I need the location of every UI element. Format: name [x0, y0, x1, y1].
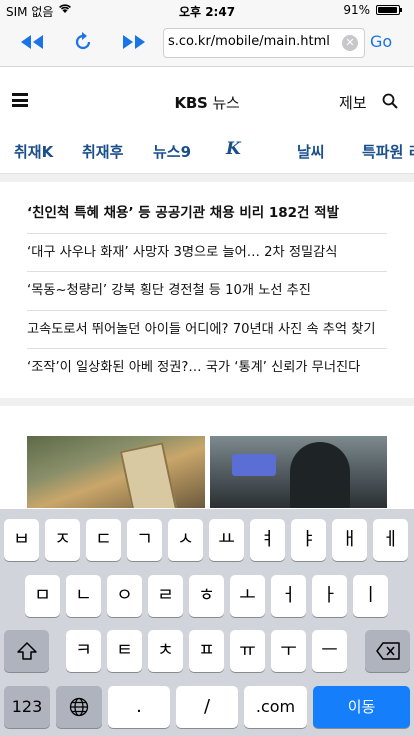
slash-key[interactable]: / [176, 686, 238, 728]
key[interactable]: ㄷ [86, 519, 121, 561]
rewind-icon [21, 35, 43, 49]
key[interactable]: ㅍ [189, 630, 224, 672]
key[interactable]: ㅋ [66, 630, 101, 672]
category-tab[interactable]: 취재후 [82, 141, 123, 162]
key[interactable]: ㅡ [312, 630, 347, 672]
category-tab[interactable]: 뉴스9 [153, 141, 191, 162]
backspace-icon [375, 642, 400, 660]
category-tab[interactable]: 날씨 [297, 141, 325, 162]
logo-brand: KBS [174, 94, 208, 112]
key[interactable]: ㅂ [4, 519, 39, 561]
key[interactable]: ㅑ [291, 519, 326, 561]
fast-forward-icon [123, 35, 145, 49]
clear-url-icon[interactable]: ✕ [342, 35, 358, 51]
headline-item[interactable]: 고속도로서 뛰어놀던 아이들 어디에? 70년대 사진 속 추억 찾기 [27, 311, 387, 349]
onscreen-keyboard: ㅂ ㅈ ㄷ ㄱ ㅅ ㅛ ㅕ ㅑ ㅐ ㅔ ㅁ ㄴ ㅇ ㄹ ㅎ ㅗ ㅓ ㅏ ㅣ ㅋ … [0, 509, 414, 736]
key[interactable]: ㅈ [45, 519, 80, 561]
reload-icon [75, 32, 91, 50]
go-button[interactable]: Go [370, 32, 392, 51]
key[interactable]: ㅅ [168, 519, 203, 561]
headline-item[interactable]: ‘친인척 특혜 채용’ 등 공공기관 채용 비리 182건 적발 [27, 195, 387, 234]
headline-item[interactable]: ‘대구 사우나 화재’ 사망자 3명으로 늘어… 2차 정밀감식 [27, 234, 387, 272]
section-divider [0, 398, 414, 406]
dot-key[interactable]: . [108, 686, 170, 728]
headline-item[interactable]: ‘조작’이 일상화된 아베 정권?… 국가 ‘통계’ 신뢰가 무너진다 [27, 349, 387, 387]
category-tab-k[interactable]: K [226, 139, 241, 159]
battery-icon [376, 5, 402, 15]
search-icon[interactable] [382, 93, 398, 109]
key[interactable]: ㅠ [230, 630, 265, 672]
forward-button[interactable] [116, 28, 152, 56]
key[interactable]: ㅗ [230, 575, 265, 617]
key[interactable]: ㅣ [353, 575, 388, 617]
key[interactable]: ㄱ [127, 519, 162, 561]
category-nav: 취재K 취재후 뉴스9 K 날씨 특파원 리 [0, 127, 414, 174]
go-key[interactable]: 이동 [313, 686, 410, 728]
key[interactable]: ㅔ [373, 519, 408, 561]
headline-list: ‘친인척 특혜 채용’ 등 공공기관 채용 비리 182건 적발 ‘대구 사우나… [27, 195, 387, 387]
key[interactable]: ㅌ [107, 630, 142, 672]
category-tab[interactable]: 취재K [14, 141, 53, 162]
key[interactable]: ㅏ [312, 575, 347, 617]
key[interactable]: ㅇ [107, 575, 142, 617]
key[interactable]: ㅓ [271, 575, 306, 617]
globe-icon [69, 697, 89, 717]
globe-key[interactable] [56, 686, 102, 728]
report-link[interactable]: 제보 [339, 92, 367, 113]
key[interactable]: ㄹ [148, 575, 183, 617]
url-field[interactable]: ✕ [163, 28, 365, 58]
url-input[interactable] [168, 34, 338, 49]
shift-key[interactable] [4, 630, 49, 672]
news-photo-building[interactable] [27, 436, 205, 508]
browser-toolbar: ✕ Go [0, 20, 414, 67]
key[interactable]: ㅊ [148, 630, 183, 672]
category-tab[interactable]: 특파원 리 [362, 141, 414, 162]
dotcom-key[interactable]: .com [244, 686, 307, 728]
numbers-key[interactable]: 123 [4, 686, 50, 728]
back-button[interactable] [14, 28, 50, 56]
key[interactable]: ㅜ [271, 630, 306, 672]
shift-icon [16, 642, 37, 660]
key[interactable]: ㅛ [209, 519, 244, 561]
section-divider [0, 174, 414, 182]
news-photo-people[interactable] [210, 436, 387, 508]
status-bar: SIM 없음 오후 2:47 91% [0, 0, 414, 20]
key[interactable]: ㅁ [25, 575, 60, 617]
backspace-key[interactable] [365, 630, 410, 672]
key[interactable]: ㄴ [66, 575, 101, 617]
key[interactable]: ㅕ [250, 519, 285, 561]
logo-sub: 뉴스 [212, 94, 240, 112]
battery-percent: 91% [343, 3, 370, 17]
reload-button[interactable] [65, 28, 101, 56]
key[interactable]: ㅐ [332, 519, 367, 561]
headline-item[interactable]: ‘목동~청량리’ 강북 횡단 경전철 등 10개 노선 추진 [27, 272, 387, 311]
key[interactable]: ㅎ [189, 575, 224, 617]
